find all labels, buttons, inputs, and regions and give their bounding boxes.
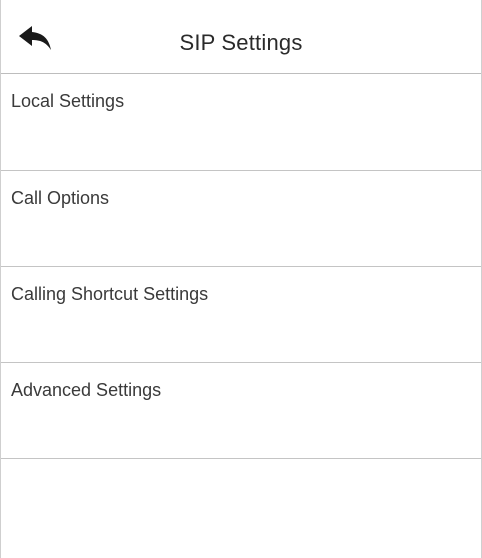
empty-area: [1, 459, 481, 555]
menu-item-label: Advanced Settings: [11, 380, 162, 400]
menu-item-label: Calling Shortcut Settings: [11, 284, 209, 304]
menu-item-calling-shortcut-settings[interactable]: Calling Shortcut Settings: [1, 267, 481, 363]
menu-item-advanced-settings[interactable]: Advanced Settings: [1, 363, 481, 459]
menu-item-label: Call Options: [11, 188, 110, 208]
menu-item-local-settings[interactable]: Local Settings: [1, 74, 481, 171]
settings-menu: Local Settings Call Options Calling Shor…: [1, 74, 481, 555]
header-bar: SIP Settings: [1, 0, 481, 74]
menu-item-call-options[interactable]: Call Options: [1, 171, 481, 267]
menu-item-label: Local Settings: [11, 91, 125, 111]
page-title: SIP Settings: [179, 30, 303, 55]
sip-settings-screen: SIP Settings Local Settings Call Options…: [0, 0, 482, 558]
